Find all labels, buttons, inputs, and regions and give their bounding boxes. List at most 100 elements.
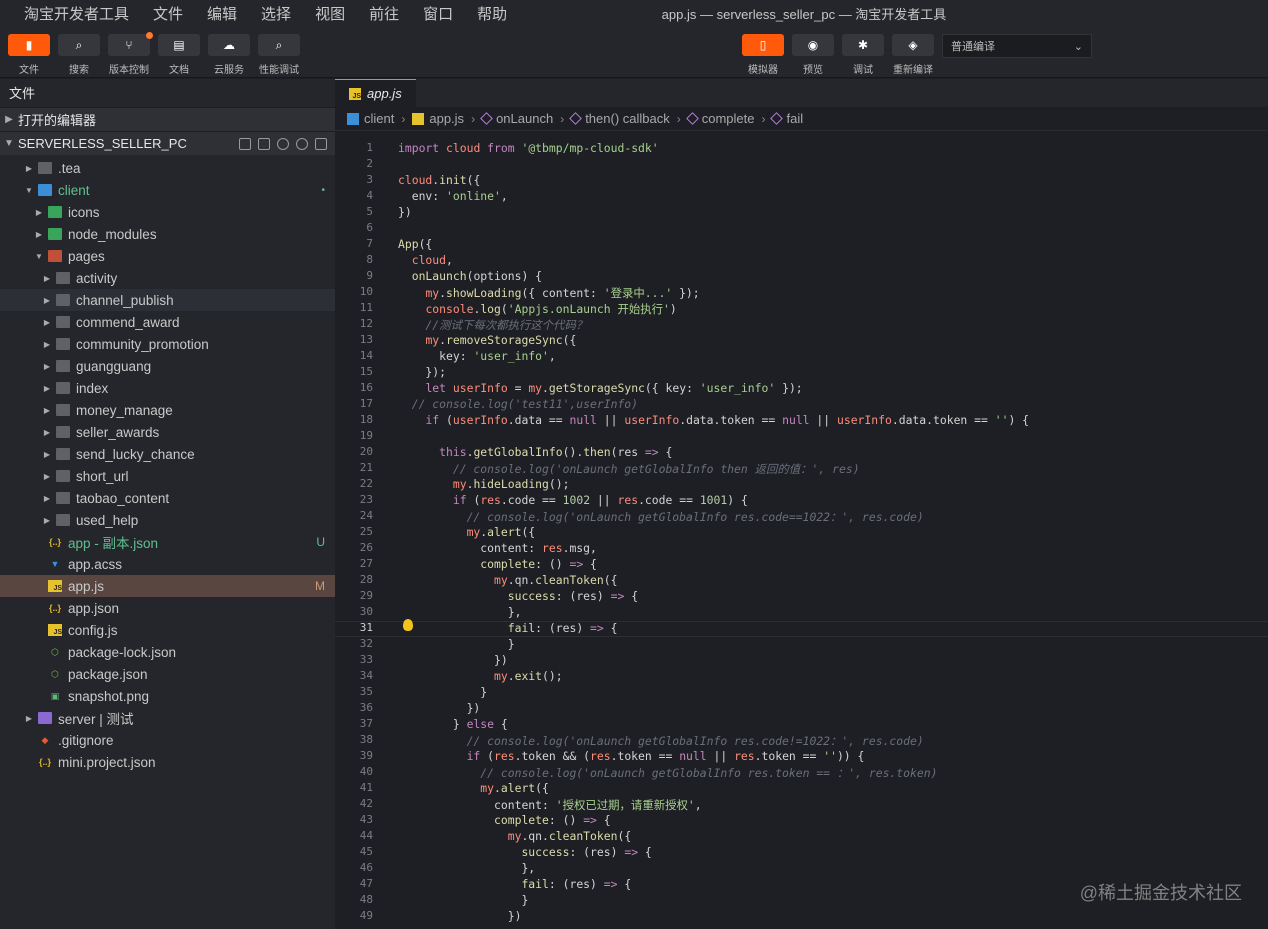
menu-item[interactable]: 视图 xyxy=(303,0,357,30)
tree-folder[interactable]: ▶ commend_award xyxy=(0,311,335,333)
tree-item-label: taobao_content xyxy=(76,490,170,506)
code-token: fail xyxy=(507,621,536,635)
tree-folder[interactable]: ▼ client • xyxy=(0,179,335,201)
toolbar-button-eye[interactable]: ◉ 预览 xyxy=(791,34,835,76)
tree-folder[interactable]: ▶ server | 测试 xyxy=(0,707,335,729)
tree-file[interactable]: ▶⬡package.json xyxy=(0,663,335,685)
new-file-icon[interactable] xyxy=(239,137,251,150)
line-number: 32 xyxy=(359,637,373,650)
line-number: 47 xyxy=(359,877,373,890)
code-token: .token && ( xyxy=(514,749,591,763)
code-token: .msg, xyxy=(562,541,597,555)
line-number: 43 xyxy=(359,813,373,826)
tree-file[interactable]: ▶{..}app - 副本.jsonU xyxy=(0,531,335,553)
code-token: //测试下每次都执行这个代码？ xyxy=(398,318,588,332)
line-number: 12 xyxy=(359,317,373,330)
toolbar-button-label: 模拟器 xyxy=(748,65,778,76)
tree-folder[interactable]: ▶ used_help xyxy=(0,509,335,531)
line-number: 14 xyxy=(359,349,373,362)
code-token: my xyxy=(425,286,440,300)
tree-folder[interactable]: ▶ money_manage xyxy=(0,399,335,421)
project-section[interactable]: ▼ SERVERLESS_SELLER_PC xyxy=(0,131,335,155)
tab-app-js[interactable]: JS app.js xyxy=(335,79,416,107)
tree-folder[interactable]: ▶ node_modules xyxy=(0,223,335,245)
tree-file[interactable]: ▶JSapp.jsM xyxy=(0,575,335,597)
code-token: '@tbmp/mp-cloud-sdk' xyxy=(521,141,659,155)
code-token: .qn. xyxy=(507,573,536,587)
menu-item[interactable]: 文件 xyxy=(141,0,195,30)
breadcrumb-item[interactable]: client xyxy=(347,111,394,126)
menu-item[interactable]: 前往 xyxy=(357,0,411,30)
lightbulb-icon[interactable] xyxy=(403,619,413,631)
line-number: 11 xyxy=(359,301,373,314)
compile-mode-select[interactable]: 普通编译 ⌄ xyxy=(942,34,1092,58)
toolbar-button-document[interactable]: ▤ 文档 xyxy=(157,34,201,76)
toolbar-button-bug[interactable]: ✱ 调试 xyxy=(841,34,885,76)
menu-item[interactable]: 帮助 xyxy=(465,0,519,30)
menu-item[interactable]: 窗口 xyxy=(411,0,465,30)
toolbar-button-cloud[interactable]: ☁ 云服务 xyxy=(207,34,251,76)
tree-folder[interactable]: ▶ send_lucky_chance xyxy=(0,443,335,465)
code-token: } xyxy=(398,685,488,699)
menu-item[interactable]: 编辑 xyxy=(195,0,249,30)
tree-item-label: mini.project.json xyxy=(58,754,156,770)
tree-folder[interactable]: ▶ taobao_content xyxy=(0,487,335,509)
new-folder-icon[interactable] xyxy=(258,137,270,150)
tree-folder[interactable]: ▶ icons xyxy=(0,201,335,223)
code-token: ({ key: xyxy=(644,381,700,395)
refresh-icon[interactable] xyxy=(296,137,308,150)
code-token: let xyxy=(425,381,453,395)
code-token: alert xyxy=(500,781,536,795)
tree-folder[interactable]: ▶ index xyxy=(0,377,335,399)
tree-file[interactable]: ▶JSconfig.js xyxy=(0,619,335,641)
code-token: || xyxy=(596,493,618,507)
code-token: key: xyxy=(398,349,474,363)
tree-file[interactable]: ▶◆.gitignore xyxy=(0,729,335,751)
menu-item[interactable]: 选择 xyxy=(249,0,303,30)
toolbar-button-layers[interactable]: ◈ 重新编译 xyxy=(891,34,935,76)
menu-item[interactable]: 淘宝开发者工具 xyxy=(0,0,141,30)
breadcrumb-item[interactable]: fail xyxy=(770,111,803,126)
open-editors-section[interactable]: ▶ 打开的编辑器 xyxy=(0,107,335,131)
tree-folder[interactable]: ▶ channel_publish xyxy=(0,289,335,311)
tree-file[interactable]: ▶▼app.acss xyxy=(0,553,335,575)
tree-folder[interactable]: ▶ guangguang xyxy=(0,355,335,377)
code-token: if xyxy=(466,749,488,763)
tree-file[interactable]: ▶{..}mini.project.json xyxy=(0,751,335,773)
tree-folder[interactable]: ▶ community_promotion xyxy=(0,333,335,355)
toolbar-button-phone[interactable]: ▯ 模拟器 xyxy=(741,34,785,76)
code-line: // console.log('onLaunch getGlobalInfo r… xyxy=(398,509,924,525)
collapse-all-icon[interactable] xyxy=(315,137,327,150)
tree-file[interactable]: ▶⬡package-lock.json xyxy=(0,641,335,663)
tree-folder[interactable]: ▶ short_url xyxy=(0,465,335,487)
code-token: => xyxy=(610,589,625,603)
code-token: , xyxy=(500,189,508,203)
tree-folder[interactable]: ▶ .tea xyxy=(0,157,335,179)
code-token: { xyxy=(603,621,618,635)
code-token: (); xyxy=(548,477,570,491)
method-icon xyxy=(480,112,493,125)
breadcrumb-label: onLaunch xyxy=(496,111,554,126)
line-number: 18 xyxy=(359,413,373,426)
tree-item-label: .gitignore xyxy=(58,732,114,748)
breadcrumb-item[interactable]: complete xyxy=(685,111,754,126)
toolbar-button-search[interactable]: ⌕ 搜索 xyxy=(57,34,101,76)
breadcrumb-item[interactable]: app.js xyxy=(412,111,464,126)
tree-folder[interactable]: ▶ seller_awards xyxy=(0,421,335,443)
tree-folder[interactable]: ▶ activity xyxy=(0,267,335,289)
code-line: }) xyxy=(398,909,522,923)
tree-folder[interactable]: ▼ pages xyxy=(0,245,335,267)
breadcrumb-item[interactable]: then() callback xyxy=(569,111,670,126)
code-token: alert xyxy=(487,525,522,539)
toolbar-button-performance[interactable]: ⌕ 性能调试 xyxy=(257,34,301,76)
breadcrumb-item[interactable]: onLaunch xyxy=(480,111,554,126)
code-token: cloud xyxy=(411,253,447,267)
tree-file[interactable]: ▶▣snapshot.png xyxy=(0,685,335,707)
search-files-icon[interactable] xyxy=(277,137,289,150)
toolbar-button-git-branch[interactable]: ⑂ 版本控制 xyxy=(107,32,153,76)
toolbar-button-file[interactable]: ▮ 文件 xyxy=(7,34,51,76)
tree-file[interactable]: ▶{..}app.json xyxy=(0,597,335,619)
